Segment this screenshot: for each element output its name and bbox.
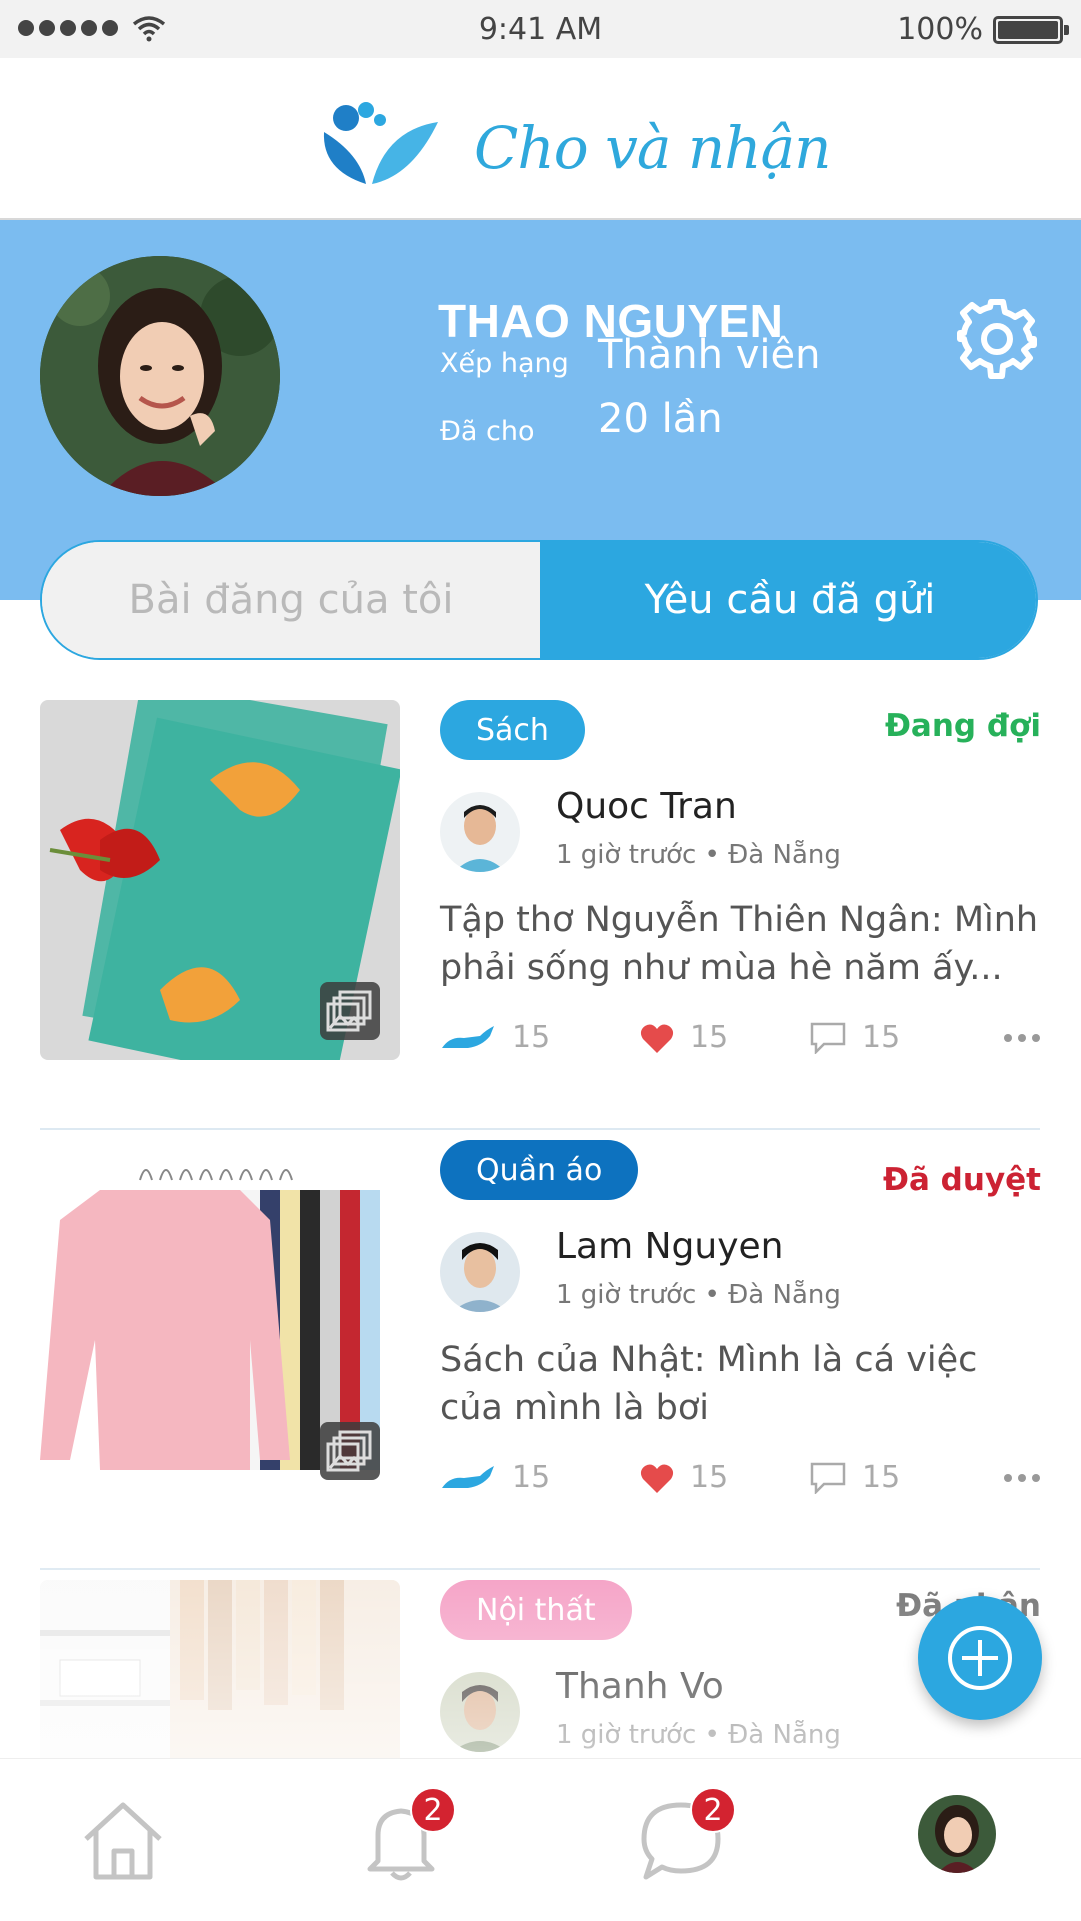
battery-percentage: 100%: [897, 12, 983, 47]
request-status: Đã duyệt: [883, 1162, 1041, 1198]
author-avatar[interactable]: [440, 1232, 520, 1312]
post-meta: 1 giờ trước • Đà Nẵng: [556, 1280, 841, 1310]
given-label: Đã cho: [440, 416, 535, 447]
post-meta: 1 giờ trước • Đà Nẵng: [556, 840, 841, 870]
plus-icon: [948, 1626, 1012, 1690]
give-count: 15: [512, 1020, 551, 1055]
more-options-icon[interactable]: [1004, 1034, 1040, 1042]
battery-icon: [993, 16, 1069, 44]
category-badge: Sách: [440, 700, 585, 760]
post-thumbnail[interactable]: [40, 700, 400, 1060]
post-time: 1 giờ trước: [556, 1720, 697, 1750]
tab-sent-requests[interactable]: Yêu cầu đã gửi: [540, 542, 1036, 658]
settings-gear-icon[interactable]: [954, 296, 1040, 382]
post-tab-switch: Bài đăng của tôi Yêu cầu đã gửi: [40, 540, 1038, 660]
comment-icon: [810, 1022, 846, 1054]
profile-avatar[interactable]: [40, 256, 280, 496]
gallery-icon: [320, 982, 380, 1040]
comment-action[interactable]: 15: [810, 1020, 900, 1055]
post-time: 1 giờ trước: [556, 1280, 697, 1310]
app-logo-icon: [323, 102, 438, 184]
post-actions: 15 15 15: [440, 1460, 1040, 1500]
nav-home[interactable]: [78, 1795, 168, 1885]
author-name: Lam Nguyen: [556, 1226, 784, 1267]
heart-icon: [640, 1024, 674, 1053]
notification-badge: 2: [410, 1787, 456, 1833]
comment-count: 15: [862, 1460, 901, 1495]
bottom-tab-bar: 2 2: [0, 1758, 1081, 1921]
profile-photo: [40, 256, 280, 496]
post-card[interactable]: Sách Đang đợi Quoc Tran 1 giờ trước • Đà…: [0, 690, 1081, 1130]
comment-icon: [810, 1462, 846, 1494]
nav-messages[interactable]: 2: [636, 1787, 736, 1885]
like-action[interactable]: 15: [640, 1020, 728, 1055]
home-icon: [84, 1802, 162, 1880]
post-location: Đà Nẵng: [728, 1280, 841, 1310]
post-thumbnail[interactable]: [40, 1140, 400, 1500]
post-title[interactable]: Tập thơ Nguyễn Thiên Ngân: Mình phải sốn…: [440, 896, 1040, 992]
like-count: 15: [690, 1460, 729, 1495]
give-count: 15: [512, 1460, 551, 1495]
given-value: 20 lần: [598, 396, 723, 442]
give-hand-icon: [442, 1025, 494, 1048]
post-title[interactable]: Sách của Nhật: Mình là cá việc của mình …: [440, 1336, 1040, 1432]
post-time: 1 giờ trước: [556, 840, 697, 870]
category-badge: Nội thất: [440, 1580, 632, 1640]
category-badge: Quần áo: [440, 1140, 639, 1200]
post-location: Đà Nẵng: [728, 840, 841, 870]
more-options-icon[interactable]: [1004, 1474, 1040, 1482]
nav-notifications[interactable]: 2: [356, 1787, 456, 1885]
app-header: Cho và nhận: [0, 58, 1081, 220]
tab-my-posts[interactable]: Bài đăng của tôi: [42, 542, 540, 658]
author-name: Quoc Tran: [556, 786, 737, 827]
author-name: Thanh Vo: [556, 1666, 724, 1707]
request-status: Đang đợi: [884, 708, 1041, 744]
comment-action[interactable]: 15: [810, 1460, 900, 1495]
like-count: 15: [690, 1020, 729, 1055]
post-meta: 1 giờ trước • Đà Nẵng: [556, 1720, 841, 1750]
give-action[interactable]: 15: [440, 1020, 550, 1055]
post-thumbnail[interactable]: [40, 1580, 400, 1758]
give-hand-icon: [442, 1465, 494, 1488]
post-location: Đà Nẵng: [728, 1720, 841, 1750]
message-badge: 2: [690, 1787, 736, 1833]
comment-count: 15: [862, 1020, 901, 1055]
post-actions: 15 15 15: [440, 1020, 1040, 1060]
status-bar: 9:41 AM 100%: [0, 0, 1081, 58]
heart-icon: [640, 1464, 674, 1493]
like-action[interactable]: 15: [640, 1460, 728, 1495]
screen: 9:41 AM 100% Cho và nhận THAO NGUYEN Xếp…: [0, 0, 1081, 1921]
furniture-photo: [40, 1580, 400, 1758]
author-avatar[interactable]: [440, 792, 520, 872]
author-avatar[interactable]: [440, 1672, 520, 1752]
post-card[interactable]: Quần áo Đã duyệt Lam Nguyen 1 giờ trước …: [0, 1130, 1081, 1570]
give-action[interactable]: 15: [440, 1460, 550, 1495]
app-title: Cho và nhận: [474, 114, 832, 182]
rank-value: Thành viên: [598, 332, 821, 378]
rank-label: Xếp hạng: [440, 348, 569, 379]
create-post-button[interactable]: [918, 1596, 1042, 1720]
gallery-icon: [320, 1422, 380, 1480]
nav-profile-avatar[interactable]: [918, 1795, 996, 1873]
